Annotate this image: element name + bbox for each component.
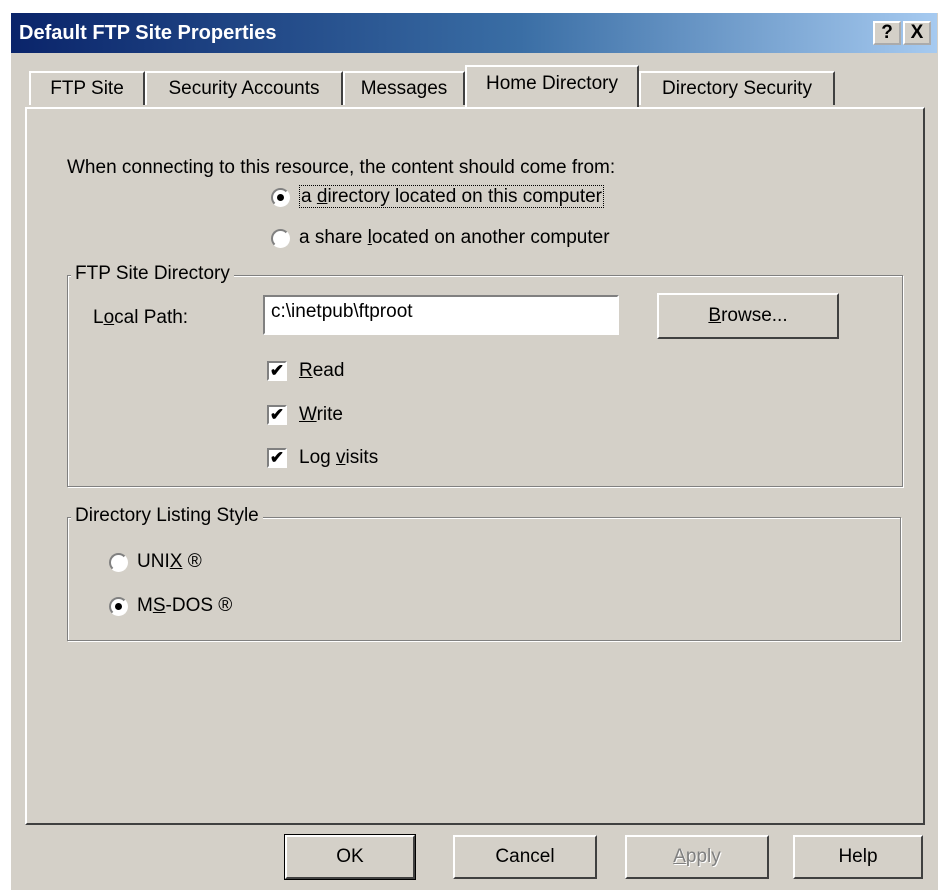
radio-unix-label[interactable]: UNIX ® [137, 551, 202, 573]
radio-selected-dot [277, 194, 284, 201]
apply-button[interactable]: Apply [625, 835, 769, 879]
help-button[interactable]: ? [873, 21, 901, 45]
browse-button[interactable]: Browse... [657, 293, 839, 339]
local-path-label: Local Path: [93, 307, 189, 328]
radio-network-share-label[interactable]: a share located on another computer [299, 227, 610, 249]
tab-security-accounts[interactable]: Security Accounts [145, 71, 343, 105]
checkbox-read-label[interactable]: Read [299, 360, 344, 382]
directory-listing-style-group [67, 517, 901, 641]
checkbox-write-label[interactable]: Write [299, 404, 343, 426]
local-path-input[interactable]: c:\inetpub\ftproot [263, 295, 619, 335]
checkbox-log-visits[interactable]: ✔ [267, 448, 287, 468]
ftp-site-directory-legend: FTP Site Directory [71, 263, 234, 285]
radio-ms-dos-label[interactable]: MS-DOS ® [137, 595, 232, 617]
radio-local-directory-label[interactable]: a directory located on this computer [299, 185, 605, 208]
radio-unix[interactable] [109, 553, 128, 572]
cancel-button[interactable]: Cancel [453, 835, 597, 879]
radio-network-share[interactable] [271, 229, 290, 248]
tab-ftp-site[interactable]: FTP Site [29, 71, 145, 105]
help-dialog-button[interactable]: Help [793, 835, 923, 879]
ok-button[interactable]: OK [284, 834, 416, 880]
window-title: Default FTP Site Properties [19, 22, 277, 44]
checkbox-read[interactable]: ✔ [267, 361, 287, 381]
tab-directory-security[interactable]: Directory Security [639, 71, 835, 105]
tab-home-directory[interactable]: Home Directory [465, 65, 639, 107]
properties-dialog: Default FTP Site Properties ? X FTP Site… [10, 12, 938, 890]
tab-messages[interactable]: Messages [343, 71, 465, 105]
radio-ms-dos[interactable] [109, 597, 128, 616]
radio-selected-dot [115, 603, 122, 610]
radio-local-directory[interactable] [271, 188, 290, 207]
focus-rect: a directory located on this computer [299, 185, 605, 208]
close-button[interactable]: X [903, 21, 931, 45]
checkbox-log-visits-label[interactable]: Log visits [299, 447, 378, 469]
title-bar[interactable]: Default FTP Site Properties ? X [11, 13, 937, 53]
directory-listing-style-legend: Directory Listing Style [71, 505, 263, 527]
checkbox-write[interactable]: ✔ [267, 405, 287, 425]
home-directory-panel: When connecting to this resource, the co… [25, 107, 925, 825]
content-source-prompt: When connecting to this resource, the co… [67, 157, 616, 178]
